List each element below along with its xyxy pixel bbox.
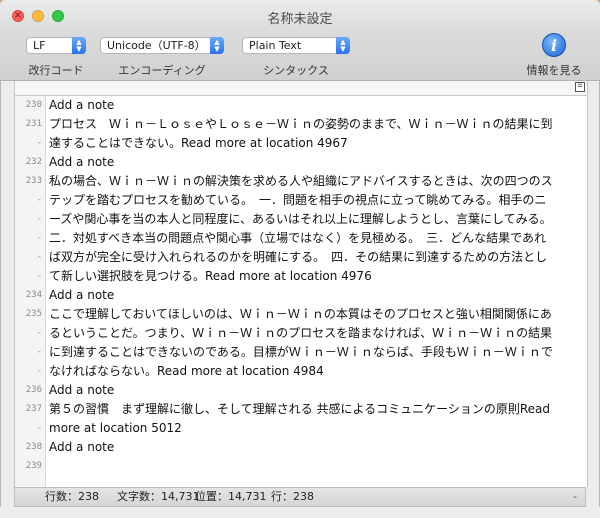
- line-text[interactable]: ーズや関心事を当の本人と同程度に、あるいはそれ以上に理解しようとし、言葉にしてみ…: [49, 210, 552, 229]
- editor-row[interactable]: 232 Add a note: [15, 153, 587, 172]
- line-number: -: [36, 138, 42, 148]
- line-text[interactable]: Add a note: [49, 381, 114, 400]
- line-text[interactable]: Add a note: [49, 286, 114, 305]
- line-number: 237: [25, 404, 42, 414]
- encoding-label: エンコーディング: [118, 64, 206, 77]
- line-text[interactable]: 私の場合、Ｗｉｎ－Ｗｉｎの解決策を求める人や組織にアドバイスするときは、次の四つ…: [49, 172, 553, 191]
- encoding-value: Unicode（UTF-8）: [107, 39, 206, 52]
- editor-row[interactable]: - ーズや関心事を当の本人と同程度に、あるいはそれ以上に理解しようとし、言葉にして…: [15, 210, 587, 229]
- line-text[interactable]: 二．対処すべき本当の問題点や関心事（立場ではなく）を見極める。 三．どんな結果で…: [49, 229, 546, 248]
- line-text[interactable]: Add a note: [49, 153, 114, 172]
- line-number: -: [36, 423, 42, 433]
- line-ending-popup[interactable]: LF ▲ ▼: [26, 37, 86, 54]
- status-right: -: [573, 490, 577, 503]
- line-text[interactable]: るということだ。つまり、Ｗｉｎ－Ｗｉｎのプロセスを踏まなければ、Ｗｉｎ－Ｗｉｎの…: [49, 324, 552, 343]
- line-text[interactable]: ここで理解しておいてほしいのは、Ｗｉｎ－Ｗｉｎの本質はそのプロセスと強い相関関係…: [49, 305, 552, 324]
- ruler-menu-icon[interactable]: ☰: [575, 82, 585, 92]
- line-text[interactable]: Add a note: [49, 438, 114, 457]
- editor-row[interactable]: 236 Add a note: [15, 381, 587, 400]
- editor-row[interactable]: 237 第５の習慣 まず理解に徹し、そして理解される 共感によるコミュニケーション…: [15, 400, 587, 419]
- editor-row[interactable]: 230 Add a note: [15, 96, 587, 115]
- editor-row[interactable]: 233 私の場合、Ｗｉｎ－Ｗｉｎの解決策を求める人や組織にアドバイスするときは、次…: [15, 172, 587, 191]
- line-number: 234: [25, 290, 42, 300]
- status-line-count: 行数：238: [45, 490, 99, 503]
- editor-row[interactable]: - 達することはできない。Read more at location 4967: [15, 134, 587, 153]
- editor-row[interactable]: - ば双方が完全に受け入れられるのかを明確にする。 四．その結果に到達するための方…: [15, 248, 587, 267]
- line-number: 233: [25, 176, 42, 186]
- line-text[interactable]: ば双方が完全に受け入れられるのかを明確にする。 四．その結果に到達するための方法…: [49, 248, 547, 267]
- line-number: -: [36, 366, 42, 376]
- line-number: -: [36, 252, 42, 262]
- editor-row[interactable]: 234 Add a note: [15, 286, 587, 305]
- title-bar: × 名称未設定: [0, 0, 600, 30]
- text-lines[interactable]: 230 Add a note 231 プロセス Ｗｉｎ－ＬｏｓｅやＬｏｓｅ－Ｗｉｎの姿…: [15, 96, 587, 476]
- line-number: 239: [25, 461, 42, 471]
- toolbar: LF ▲ ▼ 改行コード Unicode（UTF-8） ▲ ▼ エンコーディング P…: [0, 30, 600, 81]
- line-ending-label: 改行コード: [28, 64, 84, 77]
- popup-arrows-icon: ▲ ▼: [72, 37, 86, 54]
- line-text[interactable]: more at location 5012: [49, 419, 182, 438]
- window-title: 名称未設定: [267, 12, 333, 27]
- info-icon[interactable]: i: [542, 33, 566, 57]
- line-number: 235: [25, 309, 42, 319]
- editor-row[interactable]: - に到達することはできないのである。目標がＷｉｎ－Ｗｉｎならば、手段もＷｉｎ－Ｗ…: [15, 343, 587, 362]
- line-number: -: [36, 328, 42, 338]
- popup-arrows-icon: ▲ ▼: [336, 37, 350, 54]
- syntax-value: Plain Text: [249, 39, 302, 52]
- line-text[interactable]: に到達することはできないのである。目標がＷｉｎ－Ｗｉｎならば、手段もＷｉｎ－Ｗｉ…: [49, 343, 553, 362]
- editor-row[interactable]: 238 Add a note: [15, 438, 587, 457]
- text-editor[interactable]: ☰ 230 Add a note 231 プロセス Ｗｉｎ－ＬｏｓｅやＬｏｓｅ－Ｗｉｎ…: [14, 81, 588, 487]
- line-number: 230: [25, 100, 42, 110]
- line-number: 238: [25, 442, 42, 452]
- line-number: 236: [25, 385, 42, 395]
- line-number: -: [36, 347, 42, 357]
- line-ending-value: LF: [33, 39, 46, 52]
- editor-row[interactable]: 231 プロセス Ｗｉｎ－ＬｏｓｅやＬｏｓｅ－Ｗｉｎの姿勢のままで、Ｗｉｎ－Ｗｉｎ…: [15, 115, 587, 134]
- editor-row[interactable]: 239: [15, 457, 587, 476]
- status-position: 位置：14,731: [195, 490, 267, 503]
- line-text[interactable]: テップを踏むプロセスを勧めている。 一．問題を相手の視点に立って眺めてみる。相手…: [49, 191, 546, 210]
- encoding-popup[interactable]: Unicode（UTF-8） ▲ ▼: [100, 37, 224, 54]
- editor-row[interactable]: - て新しい選択肢を見つける。Read more at location 4976: [15, 267, 587, 286]
- syntax-popup[interactable]: Plain Text ▲ ▼: [242, 37, 350, 54]
- line-text[interactable]: て新しい選択肢を見つける。Read more at location 4976: [49, 267, 372, 286]
- editor-row[interactable]: - るということだ。つまり、Ｗｉｎ－Ｗｉｎのプロセスを踏まなければ、Ｗｉｎ－Ｗｉｎ…: [15, 324, 587, 343]
- line-number: 232: [25, 157, 42, 167]
- line-text[interactable]: なければならない。Read more at location 4984: [49, 362, 324, 381]
- line-number: -: [36, 233, 42, 243]
- info-label[interactable]: 情報を見る: [520, 62, 588, 78]
- ruler: ☰: [15, 81, 587, 96]
- line-text[interactable]: プロセス Ｗｉｎ－ＬｏｓｅやＬｏｓｅ－Ｗｉｎの姿勢のままで、Ｗｉｎ－Ｗｉｎの結果…: [49, 115, 553, 134]
- popup-arrows-icon: ▲ ▼: [210, 37, 224, 54]
- editor-window: × 名称未設定 LF ▲ ▼ 改行コード Unicode（UTF-8） ▲ ▼ エン…: [0, 0, 600, 518]
- line-number: -: [36, 214, 42, 224]
- status-row: 行：238: [271, 490, 314, 503]
- syntax-label: シンタックス: [263, 64, 329, 77]
- line-text[interactable]: 第５の習慣 まず理解に徹し、そして理解される 共感によるコミュニケーションの原則…: [49, 400, 550, 419]
- status-bar: 行数：238 文字数：14,731 位置：14,731 行：238 -: [14, 487, 586, 507]
- window-bottom: [0, 507, 600, 518]
- status-char-count: 文字数：14,731: [117, 490, 200, 503]
- line-number: -: [36, 271, 42, 281]
- line-text[interactable]: Add a note: [49, 96, 114, 115]
- line-text[interactable]: 達することはできない。Read more at location 4967: [49, 134, 348, 153]
- line-number: -: [36, 195, 42, 205]
- editor-row[interactable]: - 二．対処すべき本当の問題点や関心事（立場ではなく）を見極める。 三．どんな結果…: [15, 229, 587, 248]
- editor-row[interactable]: - more at location 5012: [15, 419, 587, 438]
- line-number: 231: [25, 119, 42, 129]
- editor-row[interactable]: 235 ここで理解しておいてほしいのは、Ｗｉｎ－Ｗｉｎの本質はそのプロセスと強い相…: [15, 305, 587, 324]
- editor-row[interactable]: - なければならない。Read more at location 4984: [15, 362, 587, 381]
- editor-row[interactable]: - テップを踏むプロセスを勧めている。 一．問題を相手の視点に立って眺めてみる。相…: [15, 191, 587, 210]
